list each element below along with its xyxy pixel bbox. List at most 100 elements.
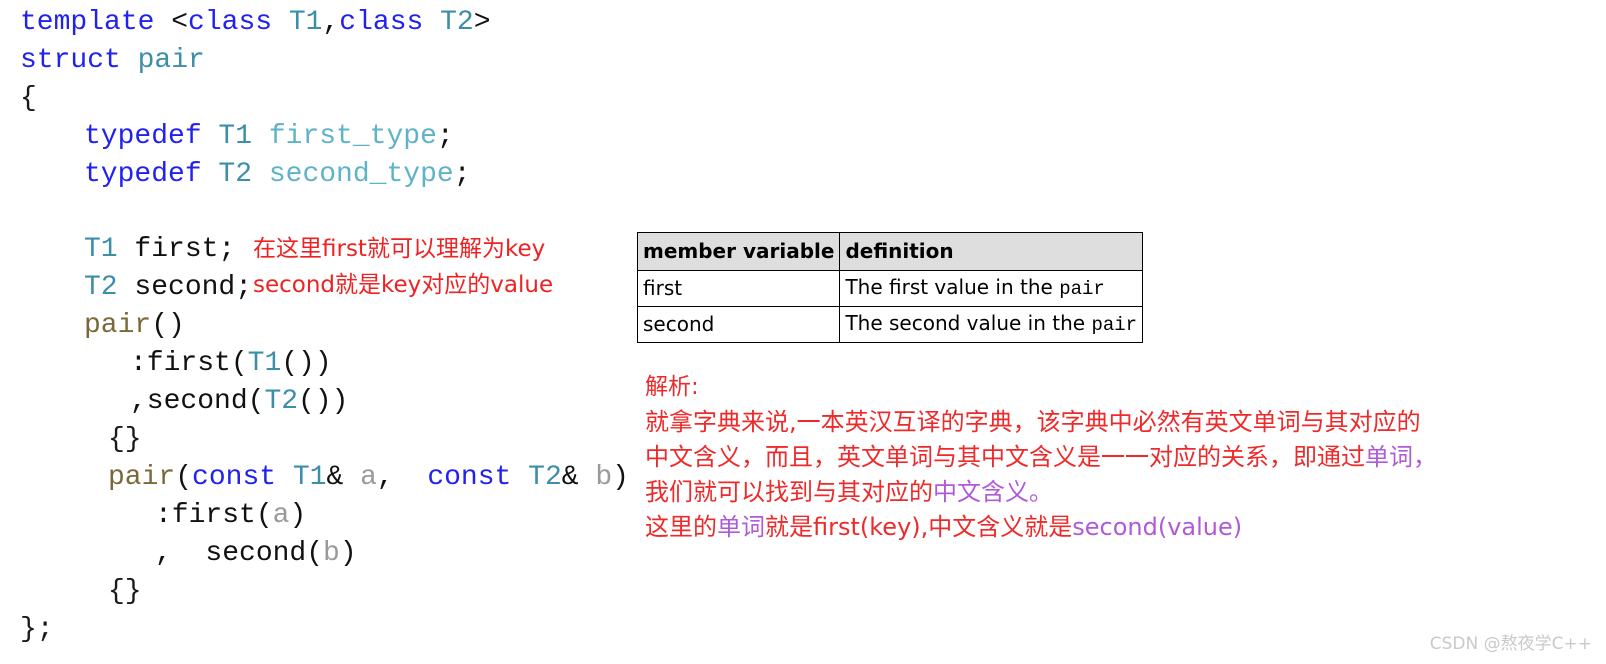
code-token-typ: T1 <box>84 234 135 265</box>
code-line: pair() <box>0 307 185 345</box>
code-token-brc: {} <box>108 576 142 607</box>
code-token-pun: , <box>376 462 428 493</box>
explanation-line: 就拿字典来说,一本英汉互译的字典，该字典中必然有英文单词与其对应的 <box>645 408 1421 436</box>
code-line: {} <box>0 573 142 611</box>
cell-definition: The first value in the pair <box>839 270 1144 307</box>
code-token-var: b <box>323 538 340 569</box>
code-token-typ: T2 <box>528 462 562 493</box>
table-header-row: member variable definition <box>636 232 1144 271</box>
code-token-pun: second; <box>134 272 253 303</box>
code-token-var: b <box>595 462 613 493</box>
code-token-typ: pair <box>137 45 205 76</box>
code-token-pun: :first <box>130 348 231 379</box>
code-token-pun: ( <box>306 538 324 569</box>
code-line: :first(a) <box>0 497 306 535</box>
code-line: template <class T1,class T2> <box>0 4 491 42</box>
code-token-pun: ( <box>230 348 248 379</box>
code-token-pun: ( <box>255 500 273 531</box>
explanation-line: 中文含义，而且，英文单词与其中文含义是一一对应的关系，即通过单词， <box>645 443 1437 471</box>
member-variable-table: member variable definition first The firs… <box>636 232 1144 343</box>
code-token-brc: {} <box>108 424 142 455</box>
code-token-brc: { <box>20 83 37 114</box>
code-token-typ: T1 <box>292 462 327 493</box>
code-line: {} <box>0 421 142 459</box>
explanation-accent: 单词 <box>717 513 765 541</box>
code-token-pun: ; <box>453 159 471 190</box>
code-token-kw: typedef <box>84 121 219 152</box>
code-line: T1 first; <box>0 231 235 269</box>
code-token-pun: < <box>171 7 189 38</box>
code-token-pun: & <box>326 462 361 493</box>
code-token-pun: , second <box>155 538 307 569</box>
code-token-pun: first; <box>134 234 236 265</box>
code-token-kw: class <box>339 7 441 38</box>
code-line: typedef T2 second_type; <box>0 156 471 194</box>
code-token-pun: ) <box>289 500 307 531</box>
code-token-pun: ) <box>339 538 357 569</box>
code-token-kw: class <box>188 7 289 38</box>
cell-member-variable: second <box>636 306 841 343</box>
code-line: , second(b) <box>0 535 357 573</box>
code-token-var: a <box>272 500 290 531</box>
code-line: pair(const T1& a, const T2& b) <box>0 459 629 497</box>
code-token-pun: & <box>561 462 596 493</box>
code-token-kw: const <box>192 462 293 493</box>
code-token-typ2: first_type <box>268 121 437 152</box>
column-header-member-variable: member variable <box>636 232 841 271</box>
code-token-kw: struct <box>20 45 138 76</box>
code-token-typ: T1 <box>288 7 323 38</box>
code-token-pun: ( <box>247 386 265 417</box>
code-block: template <class T1,class T2> struct pair{… <box>0 0 640 664</box>
column-header-definition: definition <box>839 232 1144 271</box>
code-token-pun: ()) <box>298 386 349 417</box>
definition-type-name: pair <box>1091 314 1138 336</box>
explanation-block: 解析: 就拿字典来说,一本英汉互译的字典，该字典中必然有英文单词与其对应的 中文含… <box>645 370 1575 545</box>
code-token-typ: T2 <box>84 272 135 303</box>
definition-text: The second value in the <box>845 311 1092 335</box>
code-line: :first(T1()) <box>0 345 332 383</box>
code-token-typ: T2 <box>218 159 269 190</box>
csdn-watermark: CSDN @熬夜学C++ <box>1429 634 1592 654</box>
code-token-typ: T1 <box>218 121 269 152</box>
code-token-pun: > <box>473 7 491 38</box>
code-token-typ: T2 <box>264 386 299 417</box>
explanation-accent: second(value) <box>1072 513 1243 541</box>
code-token-pun: ,second <box>130 386 248 417</box>
explanation-line: 这里的单词就是first(key),中文含义就是second(value) <box>645 513 1243 541</box>
code-token-pun: ( <box>175 462 193 493</box>
explanation-accent: 中文含义。 <box>933 478 1053 506</box>
code-token-pun: ()) <box>281 348 332 379</box>
code-token-var: a <box>360 462 377 493</box>
code-token-fn: pair <box>84 310 152 341</box>
code-token-fn: pair <box>108 462 176 493</box>
code-token-kw: const <box>427 462 529 493</box>
cell-definition: The second value in the pair <box>839 306 1144 343</box>
code-line: }; <box>0 611 54 649</box>
explanation-accent: 单词， <box>1365 443 1437 471</box>
code-token-pun: () <box>151 310 185 341</box>
cell-member-variable: first <box>636 270 841 307</box>
definition-text: The first value in the <box>845 275 1060 299</box>
code-token-typ: T1 <box>247 348 282 379</box>
code-line: ,second(T2()) <box>0 383 348 421</box>
table-row: first The first value in the pair <box>636 270 1144 307</box>
table-row: second The second value in the pair <box>636 306 1144 343</box>
code-line: { <box>0 80 37 118</box>
explanation-line: 我们就可以找到与其对应的中文含义。 <box>645 478 1053 506</box>
code-token-kw: typedef <box>84 159 219 190</box>
code-token-pun: ; <box>436 121 454 152</box>
code-line: typedef T1 first_type; <box>0 118 454 156</box>
code-token-typ2: second_type <box>268 159 454 190</box>
code-line: T2 second; <box>0 269 252 307</box>
code-token-brc: }; <box>20 614 54 645</box>
code-token-pun: ) <box>612 462 629 493</box>
code-annotation: second就是key对应的value <box>253 272 554 298</box>
code-token-pun: :first <box>155 500 256 531</box>
explanation-heading: 解析: <box>645 374 699 400</box>
definition-type-name: pair <box>1059 278 1105 300</box>
code-line: struct pair <box>0 42 205 80</box>
code-token-pun: , <box>322 7 340 38</box>
code-annotation: 在这里first就可以理解为key <box>253 236 546 262</box>
code-token-typ: T2 <box>440 7 474 38</box>
code-token-kw: template <box>20 7 172 38</box>
